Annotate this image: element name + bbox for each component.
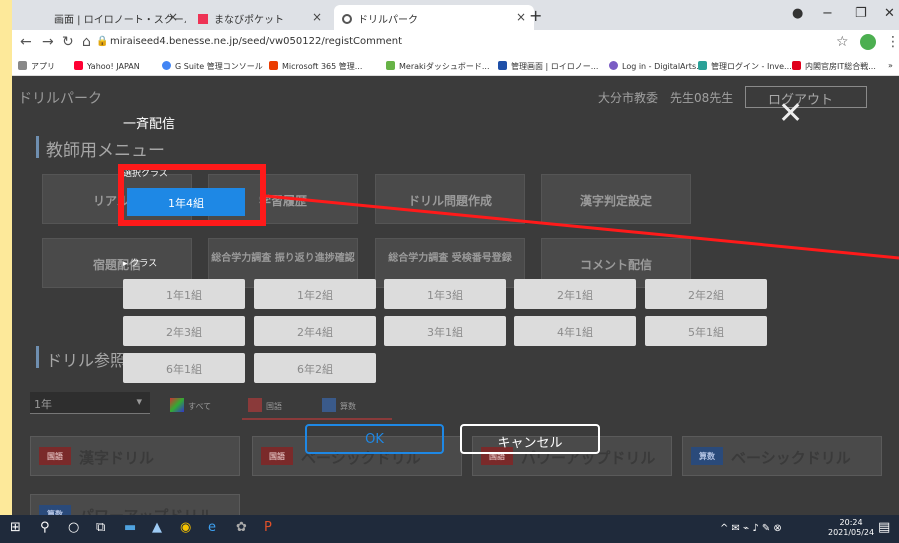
class-option[interactable]: 3年1組 [384,316,506,346]
class-option[interactable]: 5年1組 [645,316,767,346]
task-view-icon[interactable]: ⧉ [96,520,105,535]
cortana-icon[interactable]: ○ [68,520,79,535]
class-option[interactable]: 2年4組 [254,316,376,346]
powerpoint-icon[interactable]: P [264,520,272,535]
class-option[interactable]: 4年1組 [514,316,636,346]
clock[interactable]: 20:24 2021/05/24 [828,518,874,538]
class-option[interactable]: 2年3組 [123,316,245,346]
class-option[interactable]: 1年3組 [384,279,506,309]
clock-date: 2021/05/24 [828,528,875,537]
chrome-icon[interactable]: ◉ [180,520,191,535]
ok-button[interactable]: OK [305,424,444,454]
explorer-icon[interactable]: ▬ [124,520,136,535]
edge-icon[interactable]: e [208,520,216,535]
search-icon[interactable]: ⚲ [40,520,50,535]
class-list-label: ▸ クラス [123,259,158,269]
notification-icon[interactable]: ▤ [878,520,890,535]
class-option[interactable]: 2年1組 [514,279,636,309]
annotation-arrow [265,194,899,260]
cancel-button[interactable]: キャンセル [460,424,600,454]
system-tray-icons[interactable]: ^ ✉ ⌁ ♪ ✎ ⊗ [720,523,782,534]
app-icon[interactable]: ✿ [236,520,247,535]
class-option[interactable]: 2年2組 [645,279,767,309]
class-option[interactable]: 1年2組 [254,279,376,309]
clock-time: 20:24 [839,518,863,527]
class-option[interactable]: 6年1組 [123,353,245,383]
photos-icon[interactable]: ▲ [152,520,162,535]
class-option[interactable]: 1年1組 [123,279,245,309]
class-option[interactable]: 6年2組 [254,353,376,383]
windows-start-icon[interactable]: ⊞ [10,520,21,535]
